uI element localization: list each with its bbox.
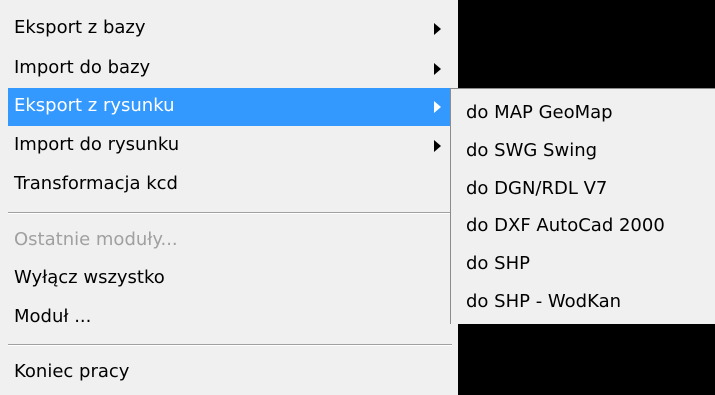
submenu-item-label: do DGN/RDL V7 (466, 178, 608, 199)
context-menu: Eksport z bazy Import do bazy Eksport z … (0, 0, 458, 395)
menu-item-ostatnie-moduly: Ostatnie moduły... (8, 222, 450, 260)
submenu-item-dxf-autocad-2000[interactable]: do DXF AutoCad 2000 (451, 208, 713, 245)
submenu-item-shp[interactable]: do SHP (451, 246, 713, 283)
menu-item-label: Transformacja kcd (14, 173, 178, 194)
submenu-item-shp-wodkan[interactable]: do SHP - WodKan (451, 284, 713, 321)
menu-separator (8, 344, 452, 346)
submenu-item-label: do SHP - WodKan (466, 291, 622, 312)
menu-item-modul[interactable]: Moduł ... (8, 299, 450, 337)
menu-item-label: Moduł ... (14, 306, 92, 327)
menu-item-label: Koniec pracy (14, 361, 130, 382)
export-submenu: do MAP GeoMap do SWG Swing do DGN/RDL V7… (450, 88, 715, 324)
menu-item-label: Eksport z bazy (14, 17, 146, 38)
submenu-item-label: do DXF AutoCad 2000 (466, 215, 665, 236)
menu-item-label: Import do rysunku (14, 134, 180, 155)
menu-item-transformacja-kcd[interactable]: Transformacja kcd (8, 166, 450, 204)
submenu-item-label: do SHP (466, 253, 530, 274)
submenu-item-swg-swing[interactable]: do SWG Swing (451, 133, 713, 170)
chevron-right-icon (434, 140, 441, 152)
submenu-item-dgn-rdl-v7[interactable]: do DGN/RDL V7 (451, 171, 713, 208)
menu-item-koniec-pracy[interactable]: Koniec pracy (8, 354, 450, 392)
menu-item-label: Eksport z rysunku (14, 95, 175, 116)
chevron-right-icon (434, 101, 441, 113)
menu-item-label: Import do bazy (14, 57, 151, 78)
menu-item-import-do-rysunku[interactable]: Import do rysunku (8, 127, 450, 165)
submenu-item-label: do SWG Swing (466, 140, 598, 161)
menu-item-label: Wyłącz wszystko (14, 267, 165, 288)
submenu-item-map-geomap[interactable]: do MAP GeoMap (451, 95, 713, 132)
menu-item-wylacz-wszystko[interactable]: Wyłącz wszystko (8, 260, 450, 298)
menu-item-import-do-bazy[interactable]: Import do bazy (8, 50, 450, 88)
chevron-right-icon (434, 23, 441, 35)
chevron-right-icon (434, 63, 441, 75)
menu-item-label: Ostatnie moduły... (14, 229, 178, 250)
menu-item-eksport-z-bazy[interactable]: Eksport z bazy (8, 10, 450, 48)
menu-item-eksport-z-rysunku[interactable]: Eksport z rysunku (8, 88, 450, 126)
menu-separator (8, 212, 452, 214)
submenu-item-label: do MAP GeoMap (466, 102, 613, 123)
